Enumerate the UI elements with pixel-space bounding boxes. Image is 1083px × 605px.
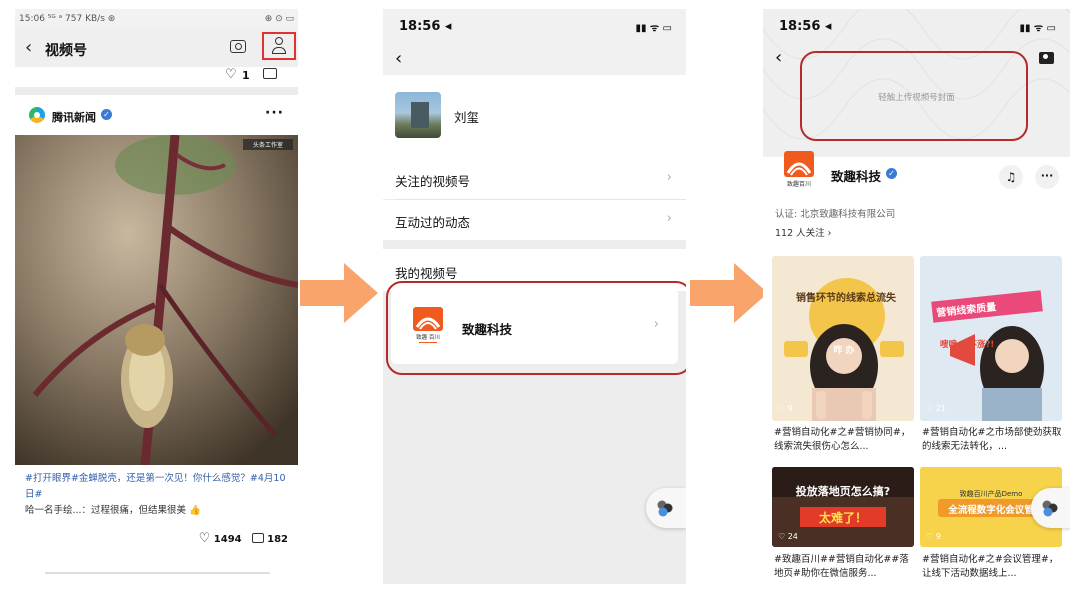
divider (15, 87, 298, 95)
my-channel-card[interactable]: 致趣 百川 致趣科技 › (386, 281, 686, 375)
video-thumbnail (920, 256, 1062, 421)
video-tile[interactable]: 营销线索质量 嗖嗖 方不涨?! ♡ 21 #营销自动化#之市场部使劲获取的线索无… (920, 256, 1062, 461)
step-arrow-1-icon (300, 263, 378, 323)
highlight-my-channel (386, 281, 686, 375)
assistant-icon (1042, 500, 1058, 517)
comment-icon (251, 532, 264, 543)
chevron-right-icon: › (666, 211, 672, 226)
video-caption: #营销自动化#之市场部使劲获取的线索无法转化，... (922, 427, 1062, 452)
back-arrow-icon[interactable]: ‹ (775, 47, 782, 68)
highlight-profile-button (262, 32, 296, 60)
post-author-row[interactable]: 腾讯新闻 ✓ ··· (15, 103, 298, 129)
more-options-icon[interactable]: ··· (1035, 165, 1059, 189)
tile-like-count: ♡ 9 (926, 532, 941, 541)
video-caption: #营销自动化#之#会议管理#，让线下活动数据线上... (922, 554, 1059, 579)
post-video[interactable]: 头条工作室 (15, 135, 298, 465)
user-profile-row[interactable]: 刘玺 (383, 75, 686, 159)
menu-label: 互动过的动态 (395, 215, 471, 230)
author-name: 腾讯新闻 (52, 111, 96, 124)
nav-bar: ‹ (383, 43, 686, 75)
status-right-icons: ⊕ ⊙ ▭ (264, 14, 294, 24)
thumbnail-art (950, 326, 1044, 421)
like-count-top: 1 (242, 69, 250, 82)
cicada-molting-image: 头条工作室 (15, 135, 298, 465)
page-title: 视频号 (45, 43, 87, 59)
tile-like-count: ♡ 9 (778, 404, 793, 413)
verified-badge-icon: ✓ (101, 109, 112, 120)
back-arrow-icon[interactable]: ‹ (395, 48, 402, 69)
tile-like-count: ♡ 21 (926, 404, 946, 413)
back-arrow-icon[interactable]: ‹ (25, 38, 32, 58)
video-tile[interactable]: 销售环节的线索总流失 咋 办 ♡ 9 #营销自动化#之#营销协同#，线索流失很伤… (772, 256, 914, 461)
zhiqu-logo-icon: 致趣百川 (784, 151, 814, 188)
status-bar: 15:06 ⁵ᴳ ᵃ 757 KB/s ⊛ ⊕ ⊙ ▭ (15, 9, 298, 29)
home-indicator (45, 572, 270, 574)
status-icons: ▮▮ ᯤ ▭ (635, 23, 672, 34)
video-corner-tag: 头条工作室 (253, 141, 283, 149)
top-bar: ‹ 视频号 (15, 29, 298, 67)
floating-assistant-button[interactable] (1031, 488, 1070, 528)
like-button[interactable]: ♡ 1494 (199, 531, 242, 546)
verified-badge-icon: ✓ (886, 168, 897, 179)
channel-name: 致趣科技 (831, 169, 882, 184)
status-icons: ▮▮ ᯤ ▭ (1019, 23, 1056, 34)
video-caption: #致趣百川##营销自动化##落地页#助你在微信服务... (774, 554, 909, 579)
post-caption-line2: 哈一名手绘...：过程很痛，但结果很美 👍 (25, 505, 201, 516)
user-name: 刘玺 (454, 110, 480, 125)
chevron-right-icon: › (666, 170, 672, 185)
thumbnail-overlay-sub: 太难了！ (818, 511, 867, 525)
status-time: 18:56 ◂ (399, 19, 452, 34)
interacted-posts-item[interactable]: 互动过的动态 › (383, 200, 686, 240)
comment-icon[interactable] (263, 68, 277, 79)
avatar (395, 92, 441, 138)
channel-home-screen: 18:56 ◂ ▮▮ ᯤ ▭ ‹ 轻触上传视频号封面 致趣百川 致趣科技 ✓ ♫… (763, 9, 1070, 591)
status-time: 18:56 ◂ (779, 19, 832, 34)
thumbnail-art (784, 278, 904, 421)
step-arrow-2-icon (690, 263, 768, 323)
post-stats: ♡ 1494 182 (199, 531, 288, 546)
camera-icon[interactable] (1039, 52, 1054, 64)
comment-count: 182 (267, 533, 288, 545)
bell-icon[interactable]: ♫ (999, 165, 1023, 189)
svg-text:致趣百川: 致趣百川 (787, 180, 811, 188)
video-tile[interactable]: 投放落地页怎么搞? 太难了！ ♡ 24 #致趣百川##营销自动化##落地页#助你… (772, 467, 914, 591)
channel-cover[interactable]: 18:56 ◂ ▮▮ ᯤ ▭ ‹ 轻触上传视频号封面 (763, 9, 1070, 157)
floating-assistant-button[interactable] (646, 488, 686, 528)
heart-icon: ♡ (198, 531, 211, 546)
previous-post-actions: ♡ 1 (15, 67, 298, 87)
highlight-cover-area (800, 51, 1028, 141)
heart-icon[interactable]: ♡ (225, 67, 237, 82)
tencent-news-logo-icon (29, 107, 45, 123)
tile-like-count: ♡ 24 (778, 532, 798, 541)
thumbs-up-icon: 👍 (189, 505, 201, 516)
weixin-discover-channels-screen: 15:06 ⁵ᴳ ᵃ 757 KB/s ⊛ ⊕ ⊙ ▭ ‹ 视频号 ♡ 1 腾讯… (15, 9, 298, 574)
like-count: 1494 (213, 534, 242, 545)
followers-link[interactable]: 112 人关注 › (775, 225, 831, 239)
section-label: 我的视频号 (395, 266, 458, 281)
assistant-icon (657, 500, 673, 517)
video-caption: #营销自动化#之#营销协同#，线索流失很伤心怎么... (774, 427, 911, 452)
post-hashtags[interactable]: #打开眼界#金蝉脱壳，还是第一次见！你什么感觉？#4月10日# (25, 471, 293, 503)
certification-text: 认证: 北京致趣科技有限公司 (775, 209, 896, 220)
video-tile[interactable]: 致趣百川产品Demo 全流程数字化会议管 ♡ 9 #营销自动化#之#会议管理#，… (920, 467, 1062, 591)
video-thumbnail (772, 256, 914, 421)
more-options-icon[interactable]: ··· (265, 105, 284, 121)
post-caption[interactable]: #打开眼界#金蝉脱壳，还是第一次见！你什么感觉？#4月10日# 哈一名手绘...… (25, 471, 293, 519)
thumbnail-overlay-sub: 咋 办 (833, 346, 855, 356)
person-icon[interactable] (272, 37, 286, 55)
menu-label: 关注的视频号 (395, 174, 471, 189)
status-bar: 18:56 ◂ ▮▮ ᯤ ▭ (383, 9, 686, 43)
status-left-text: 15:06 ⁵ᴳ ᵃ 757 KB/s ⊛ (19, 14, 116, 24)
my-channels-screen: 18:56 ◂ ▮▮ ᯤ ▭ ‹ 刘玺 关注的视频号 › 互动过的动态 › 我的… (383, 9, 686, 584)
followed-channels-item[interactable]: 关注的视频号 › (383, 159, 686, 199)
comment-button[interactable]: 182 (251, 532, 288, 545)
thumbnail-overlay-text: 销售环节的线索总流失 (796, 293, 896, 304)
thumbnail-overlay-text: 投放落地页怎么搞? (795, 485, 891, 498)
thumbnail-overlay-sub: 嗖嗖 方不涨?! (940, 340, 995, 350)
camera-icon[interactable] (230, 40, 246, 53)
